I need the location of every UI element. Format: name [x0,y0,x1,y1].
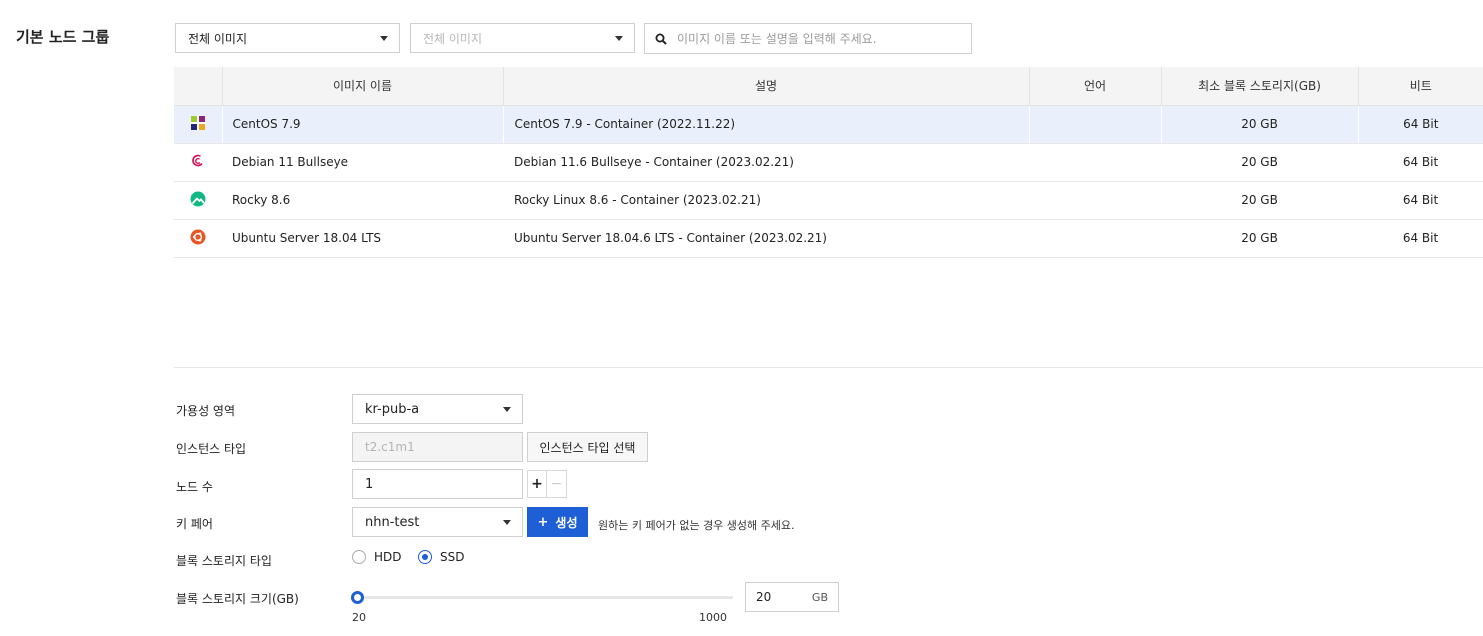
row-image-name: Ubuntu Server 18.04 LTS [222,219,503,258]
header-language: 언어 [1028,67,1161,106]
radio-unchecked-icon [352,550,366,564]
table-row[interactable]: Debian 11 Bullseye Debian 11.6 Bullseye … [174,143,1483,182]
decrement-button[interactable]: − [547,470,567,498]
node-count-value: 1 [365,476,374,492]
row-icon-cell [174,219,222,258]
select-instance-type-button[interactable]: 인스턴스 타입 선택 [527,432,648,462]
instance-type-label: 인스턴스 타입 [176,442,247,456]
availability-zone-value: kr-pub-a [365,401,420,417]
storage-type-option-hdd: HDD [374,550,402,564]
node-count-label: 노드 수 [176,480,213,494]
storage-size-value: 20 [756,590,772,604]
centos-icon [189,114,206,131]
search-icon [655,33,667,45]
image-type-placeholder: 전체 이미지 [423,31,483,46]
key-pair-select[interactable]: nhn-test [352,507,523,537]
availability-zone-select[interactable]: kr-pub-a [352,394,523,424]
row-language [1029,181,1161,220]
key-pair-label: 키 페어 [176,517,213,531]
instance-type-value: t2.c1m1 [365,440,415,454]
node-count-input[interactable]: 1 [352,469,523,499]
row-icon-cell [174,143,222,182]
storage-size-slider-handle[interactable] [351,591,364,604]
header-bits: 비트 [1357,67,1483,106]
slider-min-label: 20 [352,611,366,624]
chevron-down-icon [380,36,388,41]
create-key-pair-button[interactable]: + 생성 [527,507,588,537]
debian-icon [192,154,203,166]
radio-checked-icon [418,550,432,564]
row-language [1029,143,1161,182]
search-input[interactable] [677,31,957,46]
create-key-pair-label: 생성 [555,515,578,530]
storage-size-label: 블록 스토리지 크기(GB) [176,592,299,606]
image-scope-select[interactable]: 전체 이미지 [175,23,400,53]
row-description: Rocky Linux 8.6 - Container (2023.02.21) [503,181,1029,220]
plus-icon: + [537,514,549,530]
row-icon-cell [174,181,222,220]
chevron-down-icon [503,407,511,412]
header-image-name: 이미지 이름 [221,67,503,106]
slider-max-label: 1000 [699,611,727,624]
ubuntu-icon [190,229,206,244]
row-language [1028,105,1161,144]
rocky-icon [190,191,206,206]
storage-type-radio-ssd[interactable]: SSD [418,550,464,564]
key-pair-value: nhn-test [365,514,420,530]
storage-size-unit: GB [811,590,828,604]
row-image-name: CentOS 7.9 [221,105,503,144]
table-row[interactable]: Ubuntu Server 18.04 LTS Ubuntu Server 18… [174,219,1483,258]
chevron-down-icon [615,36,623,41]
row-description: Debian 11.6 Bullseye - Container (2023.0… [503,143,1029,182]
table-header-row: 이미지 이름 설명 언어 최소 블록 스토리지(GB) 비트 [174,67,1483,106]
row-bits: 64 Bit [1358,219,1483,258]
image-search-box[interactable] [644,23,972,54]
increment-button[interactable]: + [527,470,547,498]
row-language [1029,219,1161,258]
row-bits: 64 Bit [1357,105,1483,144]
table-row[interactable]: CentOS 7.9 CentOS 7.9 - Container (2022.… [174,105,1483,144]
availability-zone-label: 가용성 영역 [176,404,236,418]
image-table: 이미지 이름 설명 언어 최소 블록 스토리지(GB) 비트 CentOS 7.… [174,67,1483,258]
section-title: 기본 노드 그룹 [16,28,110,46]
section-divider [174,367,1483,368]
header-description: 설명 [502,67,1029,106]
storage-type-radio-hdd[interactable]: HDD [352,550,402,564]
row-min-storage: 20 GB [1160,105,1358,144]
chevron-down-icon [503,520,511,525]
row-min-storage: 20 GB [1161,143,1358,182]
storage-size-input[interactable]: 20 GB [745,582,839,612]
instance-type-field: t2.c1m1 [352,432,523,462]
row-min-storage: 20 GB [1161,181,1358,220]
row-bits: 64 Bit [1358,143,1483,182]
row-bits: 64 Bit [1358,181,1483,220]
header-min-storage: 최소 블록 스토리지(GB) [1160,67,1358,106]
row-description: CentOS 7.9 - Container (2022.11.22) [502,105,1029,144]
row-image-name: Rocky 8.6 [222,181,503,220]
row-description: Ubuntu Server 18.04.6 LTS - Container (2… [503,219,1029,258]
table-row[interactable]: Rocky 8.6 Rocky Linux 8.6 - Container (2… [174,181,1483,220]
image-scope-value: 전체 이미지 [188,31,248,46]
image-type-select[interactable]: 전체 이미지 [410,23,635,53]
storage-type-option-ssd: SSD [440,550,465,564]
storage-size-slider-track[interactable] [357,596,733,599]
row-min-storage: 20 GB [1161,219,1358,258]
key-pair-hint: 원하는 키 페어가 없는 경우 생성해 주세요. [598,519,795,532]
storage-type-label: 블록 스토리지 타입 [176,554,272,568]
row-icon-cell [174,105,222,144]
header-icon-col [174,67,222,106]
row-image-name: Debian 11 Bullseye [222,143,503,182]
